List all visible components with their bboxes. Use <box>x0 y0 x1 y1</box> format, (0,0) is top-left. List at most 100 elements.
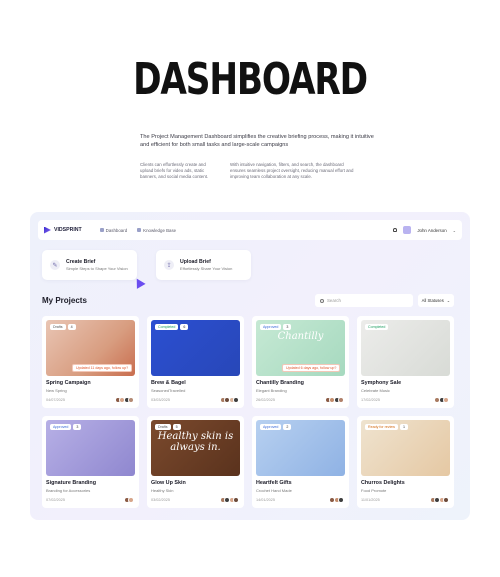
brief-subtitle: Simple Steps to Shape Your Vision <box>66 266 128 272</box>
project-card[interactable]: Approved 3 Chantilly Updated 6 days ago, fo… <box>252 316 349 408</box>
asset-count-badge: 3 <box>283 324 292 330</box>
project-date: 04/07/2025 <box>46 398 66 402</box>
project-subtitle: Celebrate Music <box>361 387 390 393</box>
status-badge: Drafts <box>155 424 171 430</box>
dashboard-icon <box>99 228 104 232</box>
status-badge: Approved <box>260 424 282 430</box>
project-card[interactable]: Drafts 4 Updated 11 days ago, follow up? Sp… <box>42 316 139 408</box>
hero-column-left: Clients can effortlessly create and uplo… <box>140 162 209 180</box>
status-badge: Completed <box>155 324 179 330</box>
user-area: John Anderson ⌄ <box>393 226 456 234</box>
chevron-down-icon[interactable]: ⌄ <box>453 228 456 233</box>
project-card[interactable]: Completed Symphony Sale Celebrate Music 17/… <box>357 316 454 408</box>
project-subtitle: Elegant Branding <box>256 387 287 393</box>
project-title: Churros Delights <box>361 480 405 486</box>
user-name[interactable]: John Anderson <box>417 228 446 233</box>
dashboard-frame: VIDSPRINT Dashboard Knowledge Base John … <box>30 212 470 520</box>
brief-title: Upload Brief <box>180 258 211 265</box>
team-avatars <box>329 497 344 503</box>
project-title: Spring Campaign <box>46 380 91 386</box>
status-filter-value: All Statuses <box>421 298 444 303</box>
avatar <box>338 497 344 503</box>
notification-bell-icon[interactable] <box>393 228 398 232</box>
logo-icon <box>44 226 51 234</box>
asset-count-badge: 3 <box>73 424 82 430</box>
project-thumbnail: Completed 6 <box>151 320 240 376</box>
project-date: 11/01/2025 <box>361 498 380 502</box>
project-card[interactable]: Drafts 5 Healthy skin is always in. Glow Up… <box>147 416 244 508</box>
status-badge: Drafts <box>50 324 66 330</box>
create-brief-button[interactable]: ✎ Create Brief Simple Steps to Shape You… <box>42 250 137 280</box>
project-title: Signature Branding <box>46 480 97 486</box>
asset-count-badge: 5 <box>172 424 181 430</box>
avatar <box>233 397 239 403</box>
team-avatars <box>324 397 344 403</box>
asset-count-badge: 2 <box>283 424 292 430</box>
hero-title: DASHBOARD <box>133 54 368 105</box>
main-nav: Dashboard Knowledge Base <box>99 228 176 233</box>
project-thumbnail: Approved 2 <box>256 420 345 476</box>
project-date: 07/02/2025 <box>46 498 66 502</box>
project-date: 26/02/2025 <box>256 398 276 402</box>
upload-brief-button[interactable]: ⇪ Upload Brief Effortlessly Share Your V… <box>156 250 251 280</box>
team-avatars <box>123 497 134 503</box>
avatar <box>128 497 134 503</box>
project-title: Symphony Sale <box>361 380 402 386</box>
brand-name: VIDSPRINT <box>54 227 82 233</box>
team-avatars <box>219 397 239 403</box>
book-icon <box>137 228 142 232</box>
project-card[interactable]: Completed 6 Brew & Bagel SeasonedTravelled 0… <box>147 316 244 408</box>
project-thumbnail: Completed <box>361 320 450 376</box>
project-card[interactable]: Ready for review 1 Churros Delights Food Pr… <box>357 416 454 508</box>
upload-icon: ⇪ <box>164 260 174 270</box>
search-icon <box>320 298 324 303</box>
brief-subtitle: Effortlessly Share Your Vision <box>180 266 233 272</box>
team-avatars <box>434 397 449 403</box>
follow-up-notice[interactable]: Updated 6 days ago, follow up? <box>282 364 341 372</box>
nav-item-dashboard[interactable]: Dashboard <box>99 228 127 233</box>
project-thumbnail: Ready for review 1 <box>361 420 450 476</box>
status-badge: Completed <box>365 324 389 330</box>
avatar[interactable] <box>403 226 412 234</box>
project-card[interactable]: Approved 3 Signature Branding Branding for … <box>42 416 139 508</box>
status-badges: Drafts 5 <box>155 424 181 430</box>
hero-lead: The Project Management Dashboard simplif… <box>140 134 374 148</box>
avatar <box>338 397 344 403</box>
status-badges: Completed <box>365 324 389 330</box>
status-badge: Approved <box>50 424 72 430</box>
status-badges: Drafts 4 <box>50 324 76 330</box>
section-title: My Projects <box>42 296 87 305</box>
project-title: Glow Up Skin <box>151 480 186 486</box>
status-badge: Approved <box>260 324 282 330</box>
search-placeholder: Search <box>327 298 341 303</box>
team-avatars <box>219 497 239 503</box>
avatar <box>443 397 449 403</box>
status-badges: Ready for review 1 <box>365 424 408 430</box>
avatar <box>233 497 239 503</box>
nav-item-knowledge-base[interactable]: Knowledge Base <box>137 228 176 233</box>
project-subtitle: Healthy Skin <box>151 487 174 493</box>
nav-label: Knowledge Base <box>143 227 177 233</box>
pen-icon: ✎ <box>50 260 60 270</box>
brand-logo[interactable]: VIDSPRINT <box>44 226 82 234</box>
project-title: Heartfelt Gifts <box>256 480 292 486</box>
project-card[interactable]: Approved 2 Heartfelt Gifts Crochet Hand Mad… <box>252 416 349 508</box>
brief-title: Create Brief <box>66 258 96 265</box>
chevron-down-icon: ⌄ <box>446 298 451 303</box>
project-grid: Drafts 4 Updated 11 days ago, follow up? Sp… <box>42 316 454 508</box>
project-title: Brew & Bagel <box>151 380 186 386</box>
team-avatars <box>429 497 449 503</box>
asset-count-badge: 6 <box>180 324 189 330</box>
project-thumbnail: Drafts 5 Healthy skin is always in. <box>151 420 240 476</box>
avatar <box>128 397 134 403</box>
search-input[interactable]: Search <box>315 294 413 307</box>
status-badges: Approved 2 <box>260 424 292 430</box>
project-title: Chantilly Branding <box>256 380 304 386</box>
project-subtitle: Branding for Accessories <box>46 487 91 493</box>
project-thumbnail: Drafts 4 Updated 11 days ago, follow up? <box>46 320 135 376</box>
follow-up-notice[interactable]: Updated 11 days ago, follow up? <box>72 364 133 372</box>
status-filter-dropdown[interactable]: All Statuses ⌄ <box>418 294 454 307</box>
project-subtitle: New Spring <box>46 387 67 393</box>
thumbnail-artwork-text: Chantilly <box>277 331 324 342</box>
status-badges: Completed 6 <box>155 324 189 330</box>
